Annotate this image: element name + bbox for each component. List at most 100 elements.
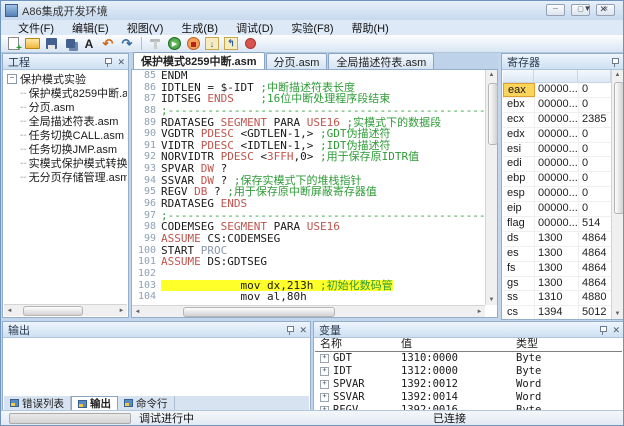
- register-row[interactable]: ss13104880: [503, 291, 611, 306]
- scroll-left-icon[interactable]: ◄: [132, 309, 143, 315]
- project-file-item[interactable]: ╌任务切换CALL.asm: [7, 128, 127, 142]
- bottom-tab-输出[interactable]: 输出: [71, 396, 118, 410]
- close-icon[interactable]: ✕: [299, 325, 307, 335]
- code-text[interactable]: mov al,80h: [161, 291, 307, 303]
- register-dec-value: 4864: [579, 232, 611, 246]
- font-icon[interactable]: A: [80, 36, 98, 52]
- register-row[interactable]: gs13004864: [503, 277, 611, 292]
- collapse-icon[interactable]: −: [7, 74, 17, 84]
- project-root-item[interactable]: −保护模式实验: [7, 72, 127, 86]
- project-file-item[interactable]: ╌保护模式8259中断.asm: [7, 86, 127, 100]
- bottom-tab-label: 输出: [90, 396, 111, 411]
- variable-name-cell: + SSVAR: [315, 391, 398, 404]
- code-text[interactable]: ASSUME DS:GDTSEG: [161, 256, 267, 268]
- menu-item-编辑(E)[interactable]: 编辑(E): [63, 20, 118, 36]
- redo-icon[interactable]: ↷: [118, 36, 136, 52]
- scroll-up-icon[interactable]: ▲: [486, 72, 497, 78]
- scroll-left-icon[interactable]: ◄: [4, 308, 15, 314]
- variable-row[interactable]: +SSVAR1392:0014Word: [315, 391, 622, 404]
- variable-row[interactable]: +IDT1312:0000Byte: [315, 365, 622, 378]
- project-file-item[interactable]: ╌实模式保护模式转换: [7, 156, 127, 170]
- menu-item-实验(F8)[interactable]: 实验(F8): [282, 20, 342, 36]
- editor-v-scrollbar[interactable]: ▲ ▼: [485, 70, 497, 305]
- tab-list-dropdown-icon[interactable]: ▼: [584, 4, 592, 15]
- variable-row[interactable]: +GDT1310:0000Byte: [315, 352, 622, 365]
- line-number: 94: [132, 175, 161, 187]
- variable-row[interactable]: +SPVAR1392:0012Word: [315, 378, 622, 391]
- variable-value: 1312:0000: [398, 365, 513, 378]
- editor-h-scrollbar[interactable]: ◄ ►: [132, 305, 485, 317]
- project-file-item[interactable]: ╌分页.asm: [7, 100, 127, 114]
- stop-icon[interactable]: [184, 36, 202, 52]
- register-row[interactable]: fs13004864: [503, 262, 611, 277]
- build-icon[interactable]: [146, 36, 164, 52]
- register-row[interactable]: esi00000...0: [503, 143, 611, 158]
- register-dec-value: 2385: [579, 113, 611, 127]
- scroll-right-icon[interactable]: ►: [116, 308, 127, 314]
- minimize-button[interactable]: ─: [546, 4, 565, 16]
- scroll-right-icon[interactable]: ►: [474, 309, 485, 315]
- scroll-down-icon[interactable]: ▼: [612, 311, 623, 317]
- save-icon[interactable]: [42, 36, 60, 52]
- code-editor[interactable]: 85ENDM86IDTLEN = $-IDT ;中断描述符表长度87IDTSEG…: [131, 69, 498, 318]
- scroll-up-icon[interactable]: ▲: [612, 72, 623, 78]
- editor-tab[interactable]: 全局描述符表.asm: [328, 53, 434, 69]
- menu-item-帮助(H)[interactable]: 帮助(H): [343, 20, 398, 36]
- record-icon[interactable]: [241, 36, 259, 52]
- menu-item-生成(B)[interactable]: 生成(B): [172, 20, 227, 36]
- code-line[interactable]: 101ASSUME DS:GDTSEG: [132, 256, 485, 268]
- project-file-item[interactable]: ╌无分页存储管理.asm: [7, 170, 127, 184]
- register-dec-value: 4864: [579, 277, 611, 291]
- register-row[interactable]: flag00000...514: [503, 217, 611, 232]
- close-icon[interactable]: ✕: [612, 325, 620, 335]
- run-icon[interactable]: [165, 36, 183, 52]
- pin-icon[interactable]: [286, 325, 294, 335]
- save-all-icon[interactable]: [61, 36, 79, 52]
- variables-table: 名称值类型+GDT1310:0000Byte+IDT1312:0000Byte+…: [315, 338, 622, 410]
- close-document-icon[interactable]: ✕: [599, 4, 607, 15]
- register-row[interactable]: eip00000...0: [503, 202, 611, 217]
- register-row[interactable]: edx00000...0: [503, 128, 611, 143]
- pin-icon[interactable]: [599, 325, 607, 335]
- expand-icon[interactable]: +: [320, 393, 329, 402]
- expand-icon[interactable]: +: [320, 367, 329, 376]
- menu-item-调试(D)[interactable]: 调试(D): [227, 20, 282, 36]
- panel-tab-icon: [10, 399, 19, 407]
- menu-item-视图(V)[interactable]: 视图(V): [118, 20, 173, 36]
- register-row[interactable]: ebx00000...0: [503, 98, 611, 113]
- register-row[interactable]: esp00000...0: [503, 187, 611, 202]
- registers-v-scrollbar[interactable]: ▲ ▼: [611, 70, 623, 319]
- editor-tab[interactable]: 保护模式8259中断.asm: [133, 52, 265, 69]
- scroll-down-icon[interactable]: ▼: [486, 297, 497, 303]
- register-row[interactable]: ds13004864: [503, 232, 611, 247]
- register-row[interactable]: edi00000...0: [503, 157, 611, 172]
- expand-icon[interactable]: +: [320, 354, 329, 363]
- bottom-tab-命令行[interactable]: 命令行: [118, 396, 175, 410]
- pin-icon[interactable]: [104, 57, 112, 67]
- bottom-tab-错误列表[interactable]: 错误列表: [4, 396, 71, 410]
- expand-icon[interactable]: +: [320, 380, 329, 389]
- close-icon[interactable]: ✕: [117, 57, 125, 67]
- line-number: 95: [132, 186, 161, 198]
- step-into-icon[interactable]: [203, 36, 221, 52]
- project-file-item[interactable]: ╌全局描述符表.asm: [7, 114, 127, 128]
- open-icon[interactable]: [23, 36, 41, 52]
- code-line[interactable]: 104 mov al,80h: [132, 291, 485, 303]
- code-area[interactable]: 85ENDM86IDTLEN = $-IDT ;中断描述符表长度87IDTSEG…: [132, 70, 485, 305]
- undo-icon[interactable]: ↶: [99, 36, 117, 52]
- new-file-icon[interactable]: [4, 36, 22, 52]
- step-out-icon[interactable]: [222, 36, 240, 52]
- register-row[interactable]: cs13945012: [503, 306, 611, 319]
- project-file-item[interactable]: ╌任务切换JMP.asm: [7, 142, 127, 156]
- app-window: A86集成开发环境 ─ ▢ ✕ 文件(F)编辑(E)视图(V)生成(B)调试(D…: [0, 0, 624, 426]
- pin-icon[interactable]: [611, 57, 619, 67]
- variable-name: SSVAR: [333, 391, 365, 404]
- project-h-scrollbar[interactable]: ◄ ►: [4, 304, 127, 316]
- code-token: <: [254, 150, 267, 163]
- register-row[interactable]: ecx00000...2385: [503, 113, 611, 128]
- register-row[interactable]: es13004864: [503, 247, 611, 262]
- register-row[interactable]: eax00000...0: [503, 83, 611, 98]
- menu-item-文件(F)[interactable]: 文件(F): [9, 20, 63, 36]
- editor-tab[interactable]: 分页.asm: [266, 53, 328, 69]
- register-row[interactable]: ebp00000...0: [503, 172, 611, 187]
